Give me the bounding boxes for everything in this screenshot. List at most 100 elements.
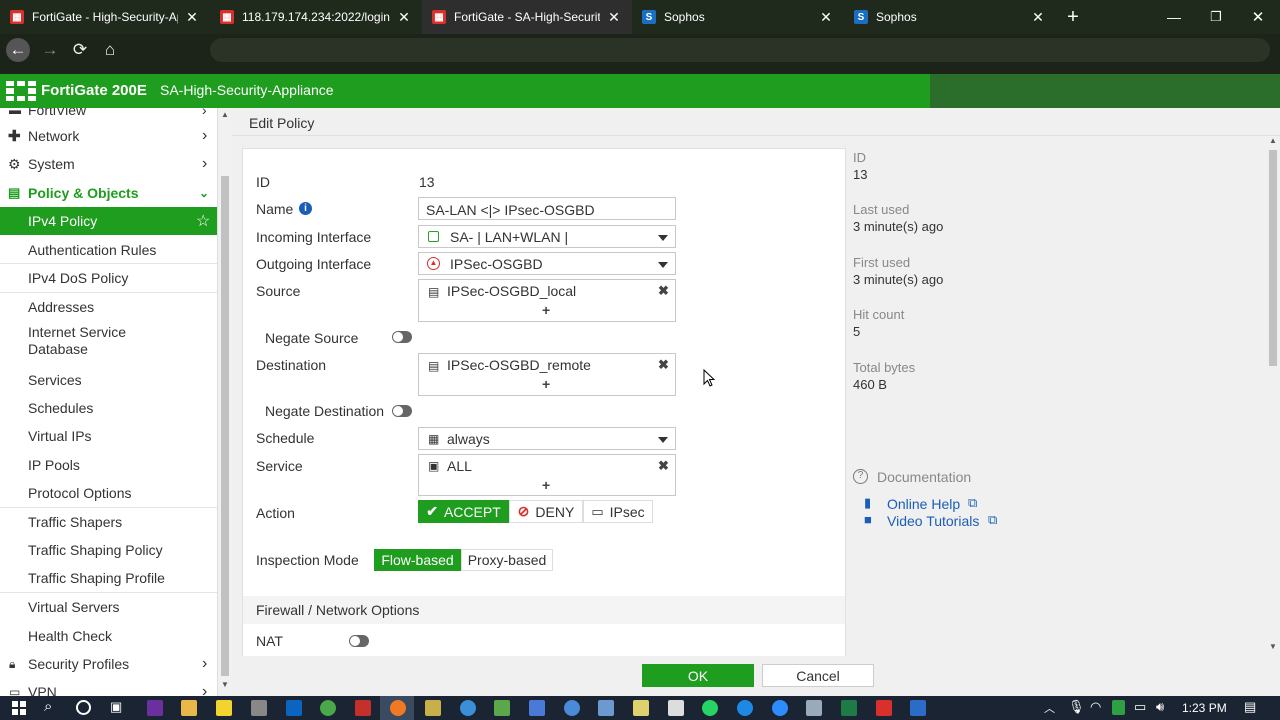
sidebar-item-traffic-shapers[interactable]: Traffic Shapers xyxy=(0,510,217,534)
action-accept-button[interactable]: ✔ ACCEPT xyxy=(418,500,509,523)
add-destination-button[interactable]: + xyxy=(542,376,550,392)
close-icon[interactable]: ✕ xyxy=(606,9,622,26)
new-tab-button[interactable]: + xyxy=(1062,6,1084,28)
notepad-icon[interactable] xyxy=(633,700,649,716)
sidebar-item-protocol-options[interactable]: Protocol Options xyxy=(0,481,217,505)
sidebar-item-ipv4-dos-policy[interactable]: IPv4 DoS Policy xyxy=(0,266,217,290)
inspection-flow-button[interactable]: Flow-based xyxy=(374,549,461,571)
sidebar-item-schedules[interactable]: Schedules xyxy=(0,396,217,420)
task-view-icon[interactable]: ▣ xyxy=(110,699,122,715)
back-icon[interactable]: ← xyxy=(6,38,30,62)
browser-tab-1[interactable]: ▦ FortiGate - High-Security-Appl ✕ xyxy=(0,0,210,34)
sidebar-item-fortiview[interactable]: ▬ FortiView › xyxy=(0,108,217,120)
sticky-notes-icon[interactable] xyxy=(216,700,232,716)
sidebar-item-services[interactable]: Services xyxy=(0,368,217,392)
browser-tab-3[interactable]: ▦ FortiGate - SA-High-Security-A ✕ xyxy=(422,0,632,34)
visual-studio-icon[interactable] xyxy=(147,700,163,716)
app-icon[interactable] xyxy=(910,700,926,716)
scroll-up-icon[interactable]: ▲ xyxy=(1269,136,1277,145)
sidebar-item-system[interactable]: ⚙ System › xyxy=(0,152,217,176)
microphone-icon[interactable]: 🎙︎ xyxy=(1068,699,1085,715)
battery-icon[interactable]: ▭ xyxy=(1134,699,1146,715)
outgoing-interface-select[interactable]: ▲ IPSec-OSGBD xyxy=(418,252,676,275)
archive-icon[interactable] xyxy=(425,700,441,716)
clock-time[interactable]: 1:23 PM xyxy=(1182,701,1227,715)
close-icon[interactable]: ✕ xyxy=(1030,9,1046,26)
home-icon[interactable]: ⌂ xyxy=(98,38,122,62)
remove-icon[interactable]: ✖ xyxy=(658,283,669,299)
windows-start-icon[interactable] xyxy=(12,701,26,715)
restore-icon[interactable]: ❐ xyxy=(1208,9,1224,25)
negate-source-toggle[interactable] xyxy=(392,331,412,343)
outlook-icon[interactable] xyxy=(286,700,302,716)
sidebar-item-virtual-servers[interactable]: Virtual Servers xyxy=(0,595,217,619)
volume-icon[interactable]: 🔊︎ xyxy=(1156,699,1164,715)
forward-icon[interactable]: → xyxy=(38,38,62,62)
sidebar-item-health-check[interactable]: Health Check xyxy=(0,624,217,648)
sidebar-item-traffic-shaping-policy[interactable]: Traffic Shaping Policy xyxy=(0,538,217,562)
browser-tab-5[interactable]: S Sophos ✕ xyxy=(844,0,1056,34)
close-icon[interactable]: ✕ xyxy=(184,9,200,26)
star-icon[interactable]: ☆ xyxy=(196,211,210,231)
external-link-icon[interactable]: ⧉ xyxy=(988,512,997,528)
app-icon[interactable] xyxy=(494,700,510,716)
sidebar-item-traffic-shaping-profile[interactable]: Traffic Shaping Profile xyxy=(0,566,217,590)
browser-tab-2[interactable]: ▦ 118.179.174.234:2022/login?red ✕ xyxy=(210,0,422,34)
screen-icon[interactable] xyxy=(598,700,614,716)
sidebar-item-policy-objects[interactable]: ▤ Policy & Objects ⌄ xyxy=(0,180,217,206)
remove-icon[interactable]: ✖ xyxy=(658,357,669,373)
scroll-up-icon[interactable]: ▲ xyxy=(221,110,229,119)
sidebar-item-internet-service-database[interactable]: Internet Service Database xyxy=(0,324,217,364)
chevron-up-icon[interactable]: ︿ xyxy=(1044,700,1055,716)
calculator-icon[interactable] xyxy=(668,700,684,716)
sidebar-item-virtual-ips[interactable]: Virtual IPs xyxy=(0,424,217,448)
close-icon[interactable]: ✕ xyxy=(396,9,412,26)
edge-icon[interactable] xyxy=(737,700,753,716)
info-icon[interactable]: i xyxy=(299,202,312,215)
search-icon[interactable]: ⌕ xyxy=(44,698,52,715)
browser-tab-4[interactable]: S Sophos ✕ xyxy=(632,0,844,34)
address-bar[interactable] xyxy=(210,38,1270,62)
browser-icon[interactable] xyxy=(460,700,476,716)
wifi-icon[interactable]: ◠ xyxy=(1090,699,1101,715)
sidebar-item-vpn[interactable]: ▭ VPN › xyxy=(0,682,217,696)
main-scrollbar[interactable]: ▲ ▼ xyxy=(1266,136,1280,656)
action-deny-button[interactable]: ⊘ DENY xyxy=(509,500,583,523)
sidebar-item-security-profiles[interactable]: 🔒︎ Security Profiles › xyxy=(0,652,217,676)
close-icon[interactable]: ✕ xyxy=(818,9,834,26)
destination-field[interactable]: ▤ IPSec-OSGBD_remote ✖ + xyxy=(418,353,676,396)
remote-icon[interactable] xyxy=(355,700,371,716)
firefox-icon[interactable] xyxy=(390,700,406,716)
file-explorer-icon[interactable] xyxy=(181,700,197,716)
whatsapp-icon[interactable] xyxy=(702,700,718,716)
app-icon[interactable] xyxy=(806,700,822,716)
name-input[interactable]: SA-LAN <|> IPsec-OSGBD xyxy=(418,197,676,220)
nat-toggle[interactable] xyxy=(349,635,369,647)
network-tool-icon[interactable] xyxy=(529,700,545,716)
online-help-link[interactable]: Online Help xyxy=(887,496,960,512)
notification-icon[interactable]: ▤ xyxy=(1244,699,1256,715)
action-ipsec-button[interactable]: ▭ IPsec xyxy=(583,500,653,523)
cancel-button[interactable]: Cancel xyxy=(762,664,874,687)
sidebar-item-ipv4-policy[interactable]: IPv4 Policy ☆ xyxy=(0,207,217,235)
scroll-down-icon[interactable]: ▼ xyxy=(221,680,229,689)
tool-icon[interactable] xyxy=(251,700,267,716)
ok-button[interactable]: OK xyxy=(642,664,754,687)
window-close-icon[interactable]: ✕ xyxy=(1250,8,1266,26)
pdf-icon[interactable] xyxy=(876,700,892,716)
excel-icon[interactable] xyxy=(841,700,857,716)
scrollbar-thumb[interactable] xyxy=(221,176,229,676)
zoom-icon[interactable] xyxy=(772,700,788,716)
service-field[interactable]: ▣ ALL ✖ + xyxy=(418,454,676,496)
sidebar-item-ip-pools[interactable]: IP Pools xyxy=(0,453,217,477)
inspection-proxy-button[interactable]: Proxy-based xyxy=(461,549,553,571)
chrome-icon[interactable] xyxy=(320,700,336,716)
sidebar-item-network[interactable]: ✚ Network › xyxy=(0,124,217,148)
add-source-button[interactable]: + xyxy=(542,302,550,318)
app-icon[interactable] xyxy=(564,700,580,716)
add-service-button[interactable]: + xyxy=(542,477,550,493)
negate-destination-toggle[interactable] xyxy=(392,405,412,417)
minimize-icon[interactable]: — xyxy=(1166,9,1182,25)
cortana-icon[interactable] xyxy=(76,700,91,715)
sidebar-scrollbar[interactable]: ▲ ▼ xyxy=(218,108,232,696)
